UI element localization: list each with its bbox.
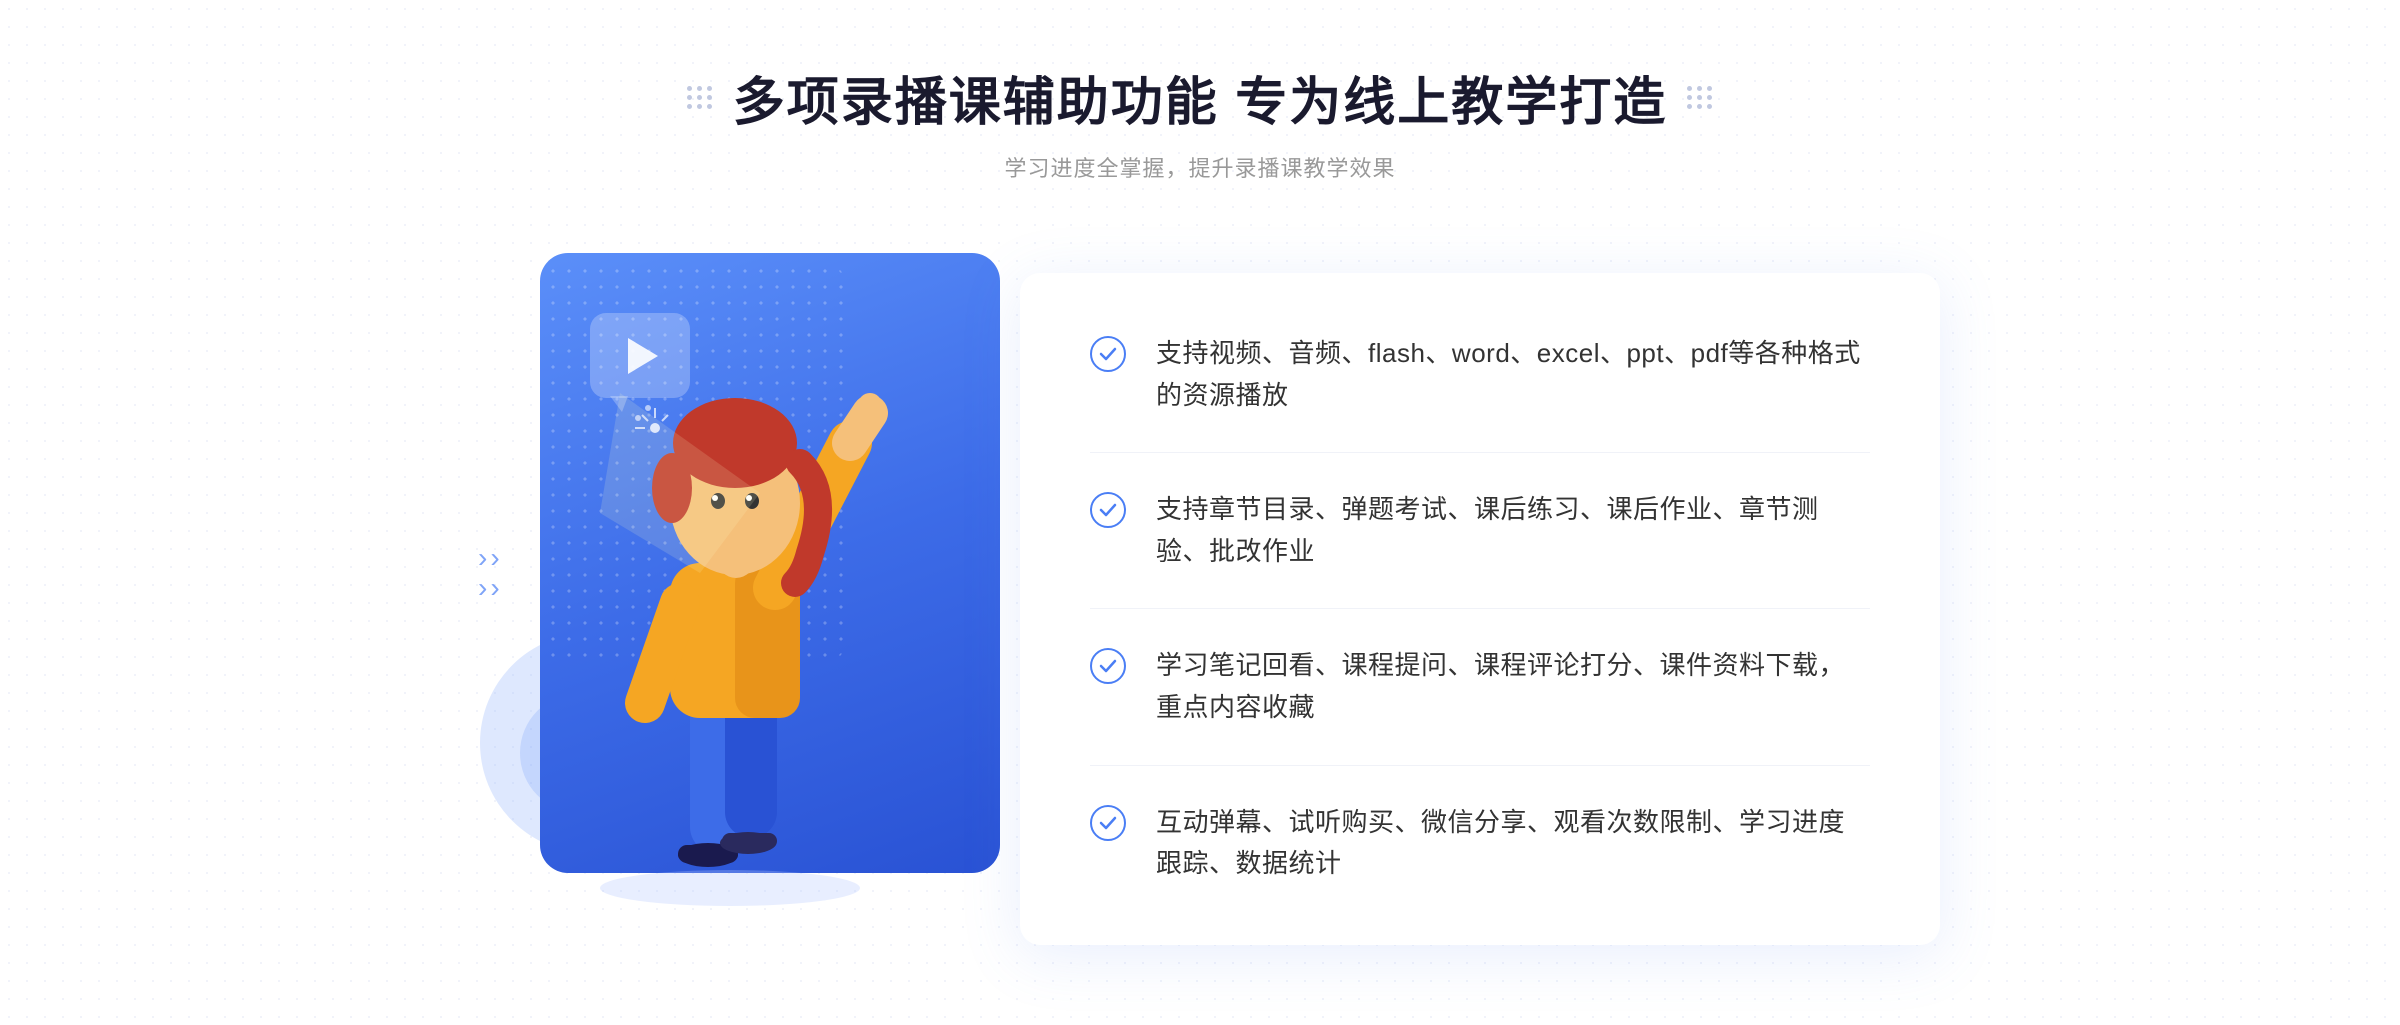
check-icon-1 [1090, 336, 1126, 372]
main-title: 多项录播课辅助功能 专为线上教学打造 [733, 60, 1667, 135]
right-decorative-dots [1687, 86, 1713, 109]
feature-item-4: 互动弹幕、试听购买、微信分享、观看次数限制、学习进度跟踪、数据统计 [1090, 766, 1870, 885]
features-panel: 支持视频、音频、flash、word、excel、ppt、pdf等各种格式的资源… [1020, 273, 1940, 945]
chevron-icon: › [490, 574, 499, 602]
content-section: › › › › [400, 233, 2000, 945]
check-icon-4 [1090, 805, 1126, 841]
person-illustration [560, 333, 900, 913]
check-icon-2 [1090, 492, 1126, 528]
title-row: 多项录播课辅助功能 专为线上教学打造 [687, 60, 1713, 135]
check-icon-3 [1090, 648, 1126, 684]
left-decorative-dots [687, 86, 713, 109]
chevron-icon: › [490, 544, 499, 572]
feature-item-1: 支持视频、音频、flash、word、excel、ppt、pdf等各种格式的资源… [1090, 333, 1870, 453]
feature-text-2: 支持章节目录、弹题考试、课后练习、课后作业、章节测验、批改作业 [1156, 489, 1870, 572]
feature-text-4: 互动弹幕、试听购买、微信分享、观看次数限制、学习进度跟踪、数据统计 [1156, 802, 1870, 885]
feature-text-1: 支持视频、音频、flash、word、excel、ppt、pdf等各种格式的资源… [1156, 333, 1870, 416]
page-container: 多项录播课辅助功能 专为线上教学打造 学习进度全掌握，提升录播课教学效果 [0, 0, 2400, 1025]
feature-item-3: 学习笔记回看、课程提问、课程评论打分、课件资料下载，重点内容收藏 [1090, 609, 1870, 765]
chevron-icon: › [478, 574, 487, 602]
feature-text-3: 学习笔记回看、课程提问、课程评论打分、课件资料下载，重点内容收藏 [1156, 645, 1870, 728]
subtitle: 学习进度全掌握，提升录播课教学效果 [687, 151, 1713, 183]
chevron-icon: › [478, 544, 487, 572]
header-section: 多项录播课辅助功能 专为线上教学打造 学习进度全掌握，提升录播课教学效果 [687, 60, 1713, 183]
chevron-arrows: › › › › [478, 544, 500, 602]
illustration-wrapper: › › › › [460, 233, 1040, 913]
feature-item-2: 支持章节目录、弹题考试、课后练习、课后作业、章节测验、批改作业 [1090, 453, 1870, 609]
